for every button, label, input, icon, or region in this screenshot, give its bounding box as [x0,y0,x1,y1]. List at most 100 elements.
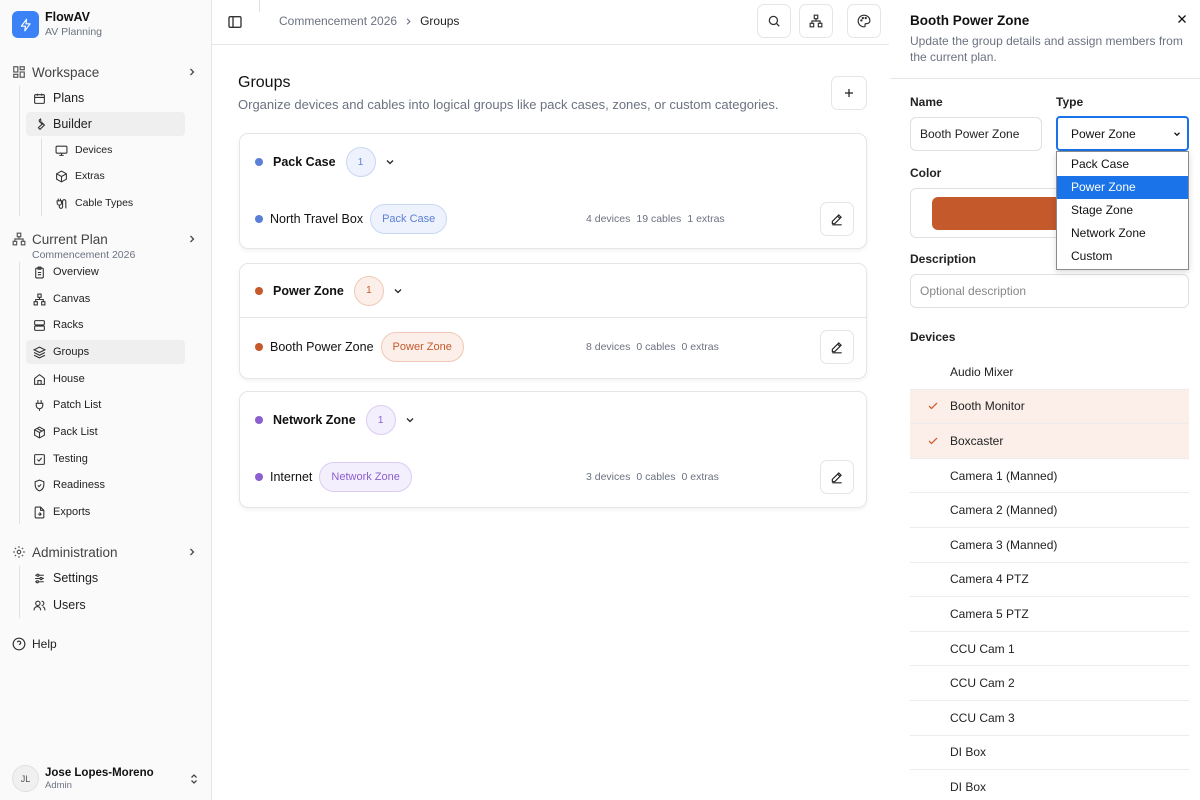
device-name: Camera 4 PTZ [950,572,1029,587]
sidebar-item-racks[interactable]: Racks [26,313,185,337]
sidebar-item-canvas[interactable]: Canvas [26,287,185,311]
close-icon[interactable] [1176,13,1188,25]
device-item[interactable]: CCU Cam 3 [910,701,1189,736]
type-label: Type [1056,95,1084,109]
cable-count: 0 cables [636,341,676,353]
device-item[interactable]: Camera 3 (Manned) [910,528,1189,563]
section-current-plan[interactable]: Current Plan [12,228,198,250]
add-group-button[interactable] [831,76,867,110]
device-count: 3 devices [586,471,631,483]
chevron-down-icon[interactable] [404,414,416,426]
sidebar-toggle-icon[interactable] [227,14,243,30]
extras-count: 0 extras [681,471,719,483]
type-badge: Power Zone [380,332,464,362]
group-card-header[interactable]: Power Zone 1 [240,264,866,318]
help-circle-icon [12,637,26,651]
device-list: Audio Mixer Booth Monitor Boxcaster Came… [910,355,1189,800]
sidebar-item-label: Users [53,598,86,612]
canvas-button[interactable] [799,4,833,38]
section-administration[interactable]: Administration [12,541,198,563]
type-option-pack-case[interactable]: Pack Case [1057,153,1188,176]
device-item[interactable]: Camera 5 PTZ [910,597,1189,632]
device-item[interactable]: Audio Mixer [910,355,1189,390]
checkbox-icon [34,453,45,465]
sidebar-item-label: Plans [53,91,85,105]
device-item[interactable]: Camera 4 PTZ [910,563,1189,598]
group-stats: 8 devices 0 cables 0 extras [586,341,725,353]
section-workspace[interactable]: Workspace [12,61,198,83]
device-item[interactable]: Camera 2 (Manned) [910,493,1189,528]
edit-group-button[interactable] [820,202,854,236]
device-name: CCU Cam 3 [950,710,1015,725]
type-option-network-zone[interactable]: Network Zone [1057,222,1188,245]
sidebar-item-exports[interactable]: Exports [26,500,185,524]
device-name: Camera 3 (Manned) [950,537,1058,552]
sidebar-item-devices[interactable]: Devices [48,138,185,162]
group-name: Internet [270,470,313,484]
device-name: CCU Cam 1 [950,641,1015,656]
sidebar-item-label: Testing [53,453,88,465]
type-option-stage-zone[interactable]: Stage Zone [1057,199,1188,222]
sidebar-item-label: Settings [53,571,99,585]
group-card-title: Power Zone [273,283,344,298]
sidebar-item-groups[interactable]: Groups [26,340,185,364]
device-item[interactable]: DI Box [910,770,1189,800]
user-name: Jose Lopes-Moreno [45,766,154,779]
type-select[interactable]: Power Zone [1056,116,1189,151]
sidebar-item-overview[interactable]: Overview [26,260,185,284]
type-option-custom[interactable]: Custom [1057,245,1188,268]
group-name: North Travel Box [270,212,364,226]
edit-group-button[interactable] [820,460,854,494]
sidebar-item-testing[interactable]: Testing [26,447,185,471]
theme-button[interactable] [847,4,881,38]
shield-check-icon [34,479,45,492]
description-input[interactable] [910,274,1189,308]
edit-group-button[interactable] [820,330,854,364]
group-card-header[interactable]: Network Zone 1 [240,392,866,448]
brand[interactable]: FlowAV AV Planning [12,10,102,39]
section-administration-label: Administration [32,544,118,560]
devices-label: Devices [910,330,956,344]
type-option-power-zone[interactable]: Power Zone [1057,176,1188,199]
breadcrumb-parent[interactable]: Commencement 2026 [279,14,397,28]
sidebar-item-builder[interactable]: Builder [26,112,185,136]
sidebar-item-patch-list[interactable]: Patch List [26,393,185,417]
device-item[interactable]: Booth Monitor [910,389,1189,425]
sidebar-item-readiness[interactable]: Readiness [26,473,185,497]
help-link[interactable]: Help [12,637,57,651]
sidebar-item-label: Pack List [53,426,98,438]
device-item[interactable]: Camera 1 (Manned) [910,459,1189,494]
description-label: Description [910,252,977,266]
extras-count: 0 extras [681,341,719,353]
sidebar-item-pack-list[interactable]: Pack List [26,420,185,444]
device-item[interactable]: DI Box [910,736,1189,771]
device-item[interactable]: CCU Cam 1 [910,632,1189,667]
color-dot [255,215,263,223]
user-menu[interactable]: JL Jose Lopes-Moreno Admin [12,765,200,792]
help-label: Help [32,637,57,651]
sidebar-item-cable-types[interactable]: Cable Types [48,191,185,215]
pencil-icon [831,342,842,354]
chevron-down-icon [1174,132,1180,137]
sidebar-item-users[interactable]: Users [26,593,185,617]
device-item[interactable]: Boxcaster [910,424,1189,459]
sidebar-item-label: Cable Types [75,197,134,209]
device-name: Boxcaster [950,433,1004,448]
chevron-down-icon[interactable] [392,285,404,297]
device-name: Audio Mixer [950,364,1014,379]
device-item[interactable]: CCU Cam 2 [910,666,1189,701]
sidebar-item-label: Exports [53,506,91,518]
sidebar-item-extras[interactable]: Extras [48,164,185,188]
name-input[interactable] [910,117,1042,151]
device-name: Camera 1 (Manned) [950,468,1058,483]
sidebar-item-label: Overview [53,266,99,278]
tree-line [19,262,20,524]
sidebar-item-settings[interactable]: Settings [26,566,185,590]
chevron-down-icon[interactable] [384,156,396,168]
search-button[interactable] [757,4,791,38]
group-card-header[interactable]: Pack Case 1 [240,134,866,190]
sliders-icon [35,573,44,583]
sidebar-item-house[interactable]: House [26,367,185,391]
group-card-title: Network Zone [273,413,356,427]
sidebar-item-plans[interactable]: Plans [26,86,185,110]
